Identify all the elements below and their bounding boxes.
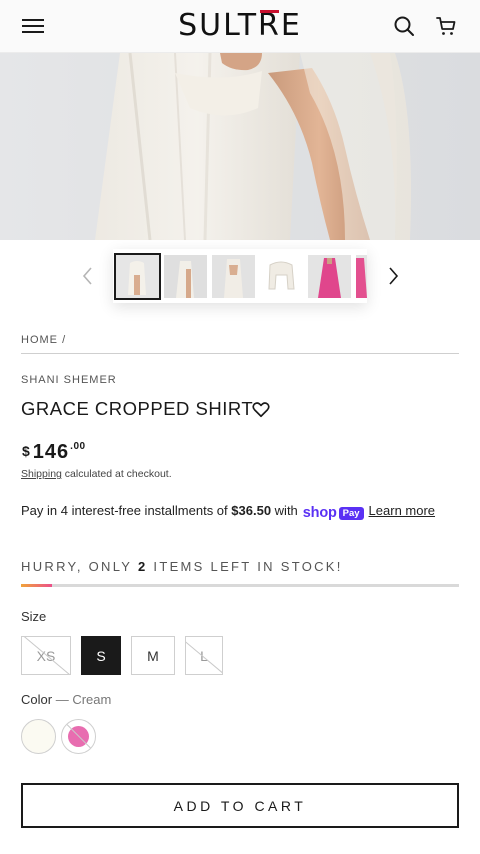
thumbnail-3[interactable] [212,255,255,298]
stock-count: 2 [137,559,148,574]
color-label: Color — Cream [21,692,112,707]
cart-icon[interactable] [434,14,458,38]
chevron-left-icon[interactable] [78,262,98,290]
thumbnail-strip [113,249,367,303]
price-cents: .00 [70,441,86,452]
color-swatch-pink[interactable] [61,719,96,754]
installments-text: Pay in 4 interest-free installments of [21,503,228,518]
thumbnail-5[interactable] [308,255,351,298]
logo-accent-letter: R [258,8,281,43]
shipping-note: Shipping calculated at checkout. [21,468,172,480]
thumbnail-1[interactable] [114,253,161,300]
thumbnail-6[interactable] [356,255,367,298]
product-price: $146.00 [22,441,86,464]
search-icon[interactable] [392,14,416,38]
installments-with: with [274,503,298,518]
heart-icon[interactable] [252,401,270,418]
product-title: GRACE CROPPED SHIRT [21,398,254,419]
breadcrumb-home-link[interactable]: HOME [21,334,58,346]
divider [21,353,459,354]
size-option-m[interactable]: M [131,636,175,675]
color-selected-value: Cream [72,692,112,707]
shipping-text: calculated at checkout. [64,468,172,480]
thumbnail-4[interactable] [260,255,303,298]
product-vendor[interactable]: SHANI SHEMER [21,374,117,386]
site-header: SULTRE [0,0,480,53]
installments-banner: Pay in 4 interest-free installments of $… [21,503,435,521]
shop-pay-logo: shop Pay [303,505,364,521]
product-main-image[interactable] [0,53,480,240]
size-option-xs[interactable]: XS [21,636,71,675]
color-swatch-cream[interactable] [21,719,56,754]
installments-amount: $36.50 [231,503,272,518]
size-option-s[interactable]: S [81,636,121,675]
breadcrumb: HOME / [21,334,66,346]
price-amount: 146 [32,441,70,463]
add-to-cart-button[interactable]: ADD TO CART [21,783,459,828]
stock-progress-fill [21,584,52,587]
breadcrumb-separator: / [62,334,67,346]
thumbnail-2[interactable] [164,255,207,298]
chevron-right-icon[interactable] [383,262,403,290]
shipping-link[interactable]: Shipping [21,468,62,480]
stock-progress-bar [21,584,459,587]
learn-more-link[interactable]: Learn more [369,503,435,518]
size-label: Size [21,609,47,624]
stock-warning: HURRY, ONLY 2 ITEMS LEFT IN STOCK! [21,559,343,574]
size-option-l[interactable]: L [185,636,223,675]
price-currency: $ [22,443,30,459]
